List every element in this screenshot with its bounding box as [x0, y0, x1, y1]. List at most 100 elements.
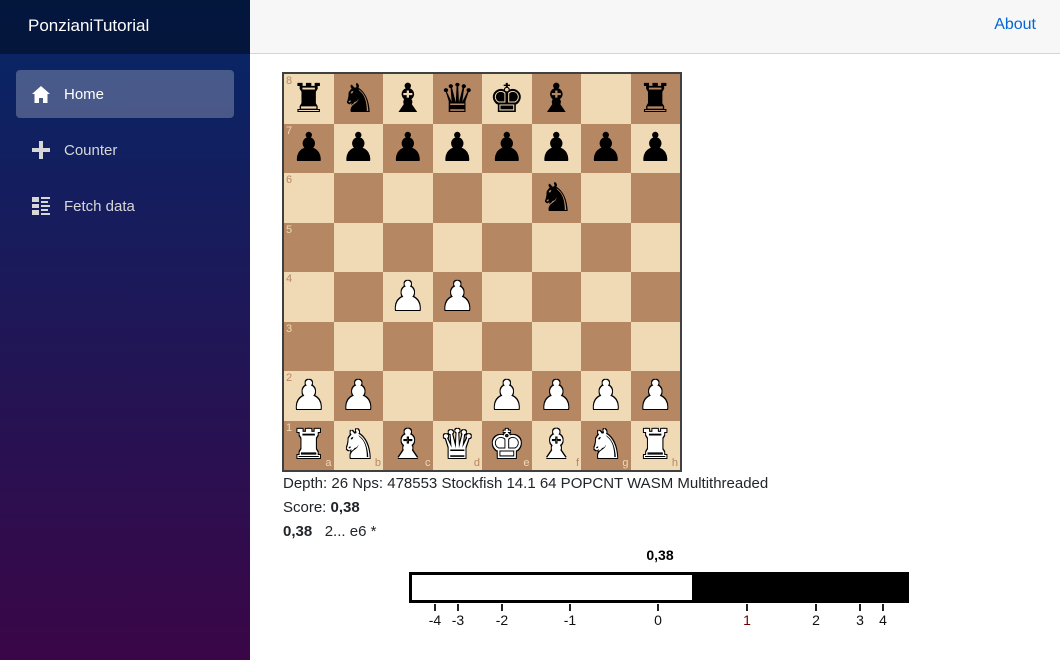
square-b2[interactable]: ♟ — [333, 371, 383, 421]
white-pawn-piece[interactable]: ♟ — [340, 376, 376, 416]
white-pawn-piece[interactable]: ♟ — [390, 277, 426, 317]
square-c7[interactable]: ♟ — [383, 123, 433, 173]
square-f7[interactable]: ♟ — [531, 123, 581, 173]
square-h1[interactable]: h ♜ — [630, 420, 680, 470]
square-g5[interactable] — [581, 222, 631, 272]
square-c8[interactable]: ♝ — [383, 74, 433, 124]
black-bishop-piece[interactable]: ♝ — [538, 79, 574, 119]
square-b6[interactable] — [333, 173, 383, 223]
square-a5[interactable]: 5 — [284, 222, 334, 272]
square-d5[interactable] — [432, 222, 482, 272]
square-a4[interactable]: 4 — [284, 272, 334, 322]
square-e8[interactable]: ♚ — [482, 74, 532, 124]
square-e6[interactable] — [482, 173, 532, 223]
square-c1[interactable]: c ♝ — [383, 420, 433, 470]
square-g4[interactable] — [581, 272, 631, 322]
square-h7[interactable]: ♟ — [630, 123, 680, 173]
black-pawn-piece[interactable]: ♟ — [588, 128, 624, 168]
white-pawn-piece[interactable]: ♟ — [637, 376, 673, 416]
square-b8[interactable]: ♞ — [333, 74, 383, 124]
square-h8[interactable]: ♜ — [630, 74, 680, 124]
square-a6[interactable]: 6 — [284, 173, 334, 223]
square-b1[interactable]: b ♞ — [333, 420, 383, 470]
white-knight-piece[interactable]: ♞ — [588, 425, 624, 465]
white-pawn-piece[interactable]: ♟ — [291, 376, 327, 416]
square-a7[interactable]: 7 ♟ — [284, 123, 334, 173]
square-b5[interactable] — [333, 222, 383, 272]
square-a1[interactable]: 1 a ♜ — [284, 420, 334, 470]
square-e7[interactable]: ♟ — [482, 123, 532, 173]
black-pawn-piece[interactable]: ♟ — [439, 128, 475, 168]
square-c4[interactable]: ♟ — [383, 272, 433, 322]
square-f6[interactable]: ♞ — [531, 173, 581, 223]
white-bishop-piece[interactable]: ♝ — [538, 425, 574, 465]
square-d2[interactable] — [432, 371, 482, 421]
square-h3[interactable] — [630, 321, 680, 371]
square-d3[interactable] — [432, 321, 482, 371]
square-e1[interactable]: e ♚ — [482, 420, 532, 470]
black-king-piece[interactable]: ♚ — [489, 79, 525, 119]
white-rook-piece[interactable]: ♜ — [291, 425, 327, 465]
white-rook-piece[interactable]: ♜ — [637, 425, 673, 465]
square-h4[interactable] — [630, 272, 680, 322]
square-a3[interactable]: 3 — [284, 321, 334, 371]
about-link[interactable]: About — [994, 16, 1036, 34]
square-g7[interactable]: ♟ — [581, 123, 631, 173]
black-pawn-piece[interactable]: ♟ — [340, 128, 376, 168]
square-c5[interactable] — [383, 222, 433, 272]
app-title[interactable]: PonzianiTutorial — [0, 0, 250, 54]
black-pawn-piece[interactable]: ♟ — [390, 128, 426, 168]
white-pawn-piece[interactable]: ♟ — [588, 376, 624, 416]
square-e2[interactable]: ♟ — [482, 371, 532, 421]
black-pawn-piece[interactable]: ♟ — [291, 128, 327, 168]
square-b4[interactable] — [333, 272, 383, 322]
white-pawn-piece[interactable]: ♟ — [538, 376, 574, 416]
white-bishop-piece[interactable]: ♝ — [390, 425, 426, 465]
square-d6[interactable] — [432, 173, 482, 223]
square-f8[interactable]: ♝ — [531, 74, 581, 124]
white-pawn-piece[interactable]: ♟ — [439, 277, 475, 317]
black-pawn-piece[interactable]: ♟ — [637, 128, 673, 168]
square-f2[interactable]: ♟ — [531, 371, 581, 421]
white-queen-piece[interactable]: ♛ — [439, 425, 475, 465]
black-rook-piece[interactable]: ♜ — [291, 79, 327, 119]
square-f3[interactable] — [531, 321, 581, 371]
chess-board[interactable]: 8 ♜ ♞ ♝ ♛ ♚ ♝ ♜ 7 ♟ ♟ ♟ ♟ ♟ ♟ ♟ ♟ 6 ♞ 5 4 ♟ ♟ 3 2 ♟ ♟ ♟ ♟ ♟ ♟ 1 a ♜ b ♞ c ♝ d ♛… — [282, 72, 682, 472]
square-d7[interactable]: ♟ — [432, 123, 482, 173]
square-d1[interactable]: d ♛ — [432, 420, 482, 470]
square-c2[interactable] — [383, 371, 433, 421]
square-c3[interactable] — [383, 321, 433, 371]
square-d8[interactable]: ♛ — [432, 74, 482, 124]
square-e5[interactable] — [482, 222, 532, 272]
square-d4[interactable]: ♟ — [432, 272, 482, 322]
square-h5[interactable] — [630, 222, 680, 272]
black-pawn-piece[interactable]: ♟ — [538, 128, 574, 168]
square-c6[interactable] — [383, 173, 433, 223]
square-e4[interactable] — [482, 272, 532, 322]
square-f4[interactable] — [531, 272, 581, 322]
square-h6[interactable] — [630, 173, 680, 223]
white-pawn-piece[interactable]: ♟ — [489, 376, 525, 416]
square-e3[interactable] — [482, 321, 532, 371]
square-a8[interactable]: 8 ♜ — [284, 74, 334, 124]
square-g1[interactable]: g ♞ — [581, 420, 631, 470]
sidebar-item-fetch-data[interactable]: Fetch data — [16, 182, 234, 230]
black-rook-piece[interactable]: ♜ — [637, 79, 673, 119]
sidebar-item-counter[interactable]: Counter — [16, 126, 234, 174]
black-knight-piece[interactable]: ♞ — [538, 178, 574, 218]
sidebar-item-home[interactable]: Home — [16, 70, 234, 118]
black-bishop-piece[interactable]: ♝ — [390, 79, 426, 119]
square-f1[interactable]: f ♝ — [531, 420, 581, 470]
square-g2[interactable]: ♟ — [581, 371, 631, 421]
square-f5[interactable] — [531, 222, 581, 272]
black-queen-piece[interactable]: ♛ — [439, 79, 475, 119]
white-knight-piece[interactable]: ♞ — [340, 425, 376, 465]
black-pawn-piece[interactable]: ♟ — [489, 128, 525, 168]
white-king-piece[interactable]: ♚ — [489, 425, 525, 465]
square-g6[interactable] — [581, 173, 631, 223]
square-b3[interactable] — [333, 321, 383, 371]
square-g8[interactable] — [581, 74, 631, 124]
square-a2[interactable]: 2 ♟ — [284, 371, 334, 421]
square-g3[interactable] — [581, 321, 631, 371]
black-knight-piece[interactable]: ♞ — [340, 79, 376, 119]
